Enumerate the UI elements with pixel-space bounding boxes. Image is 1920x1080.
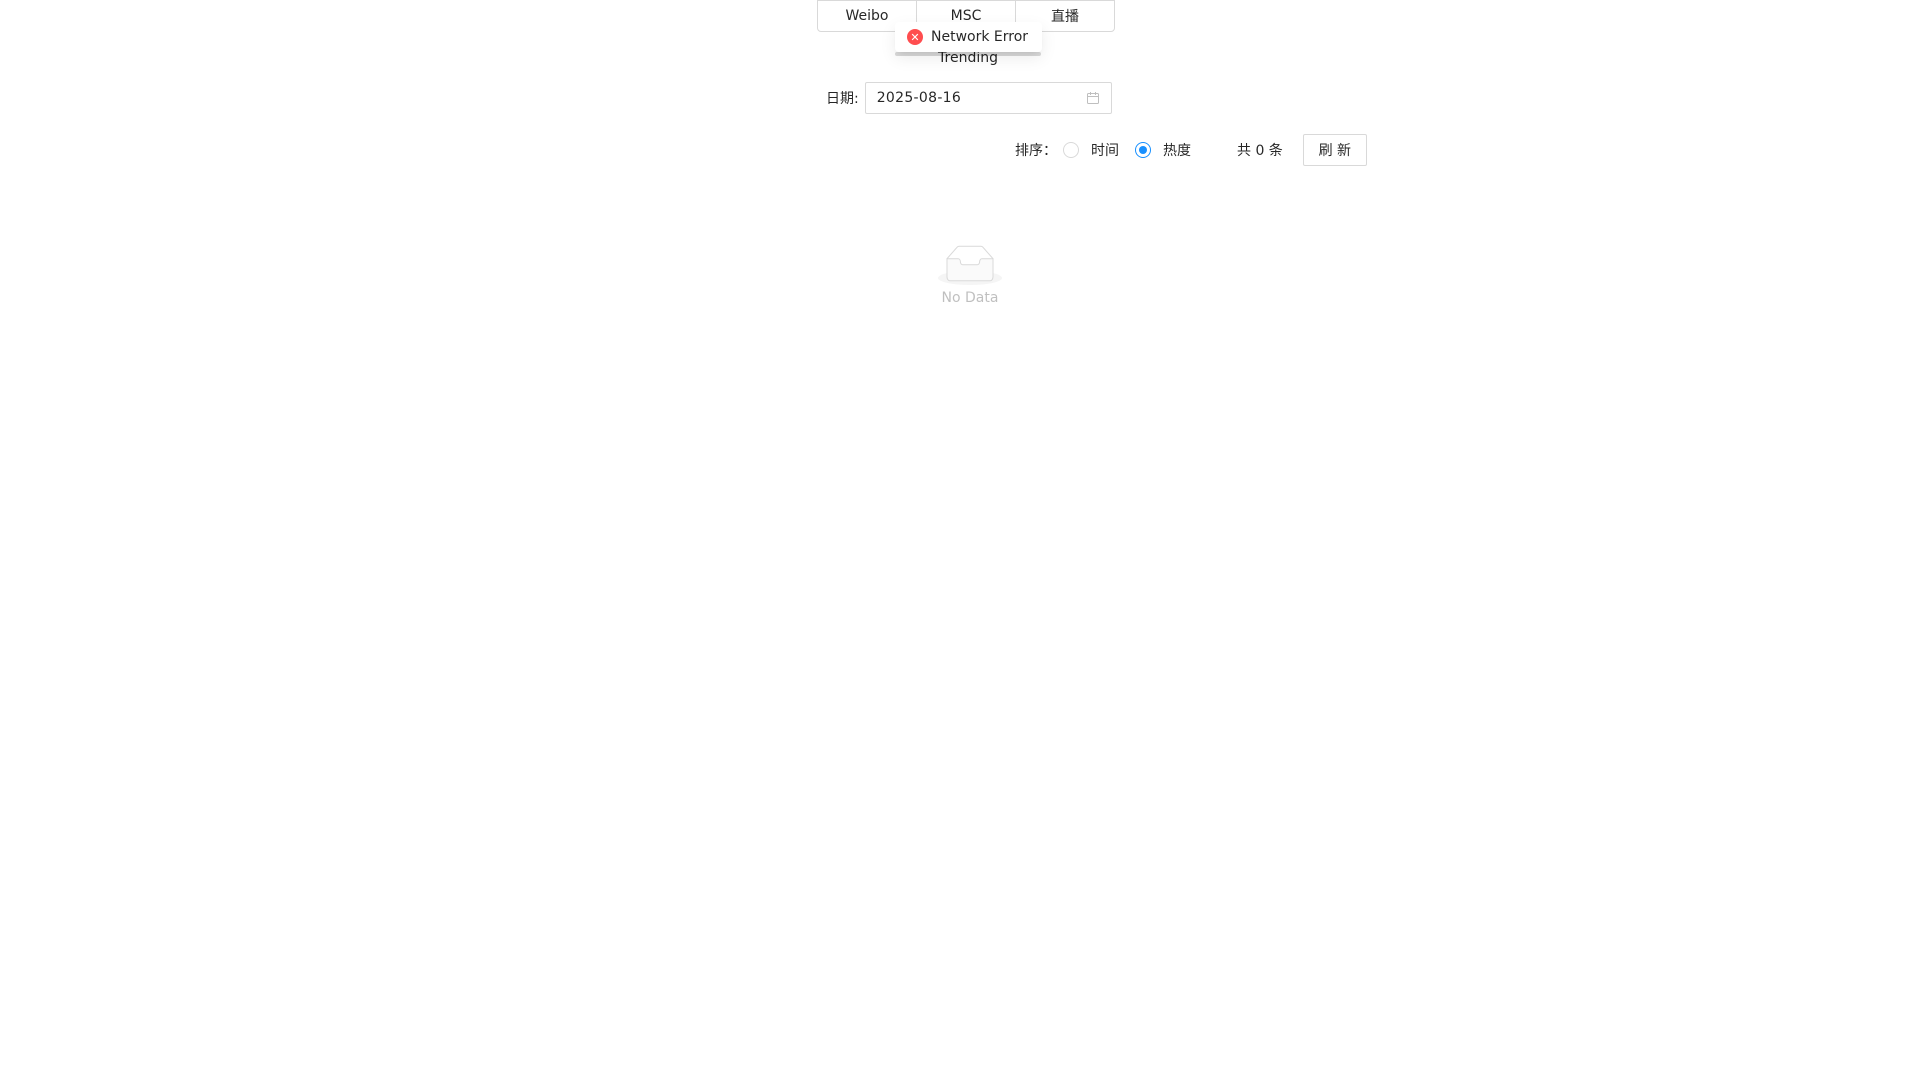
error-circle-icon: ✕ [907,29,923,45]
sort-option-heat-label: 热度 [1163,143,1191,159]
empty-state: No Data [920,245,1020,306]
section-title: Trending [938,50,998,66]
date-picker[interactable]: 2025-08-16 [864,82,1112,114]
sort-label: 排序： [1015,143,1057,159]
sort-option-time-label: 时间 [1091,143,1119,159]
refresh-button[interactable]: 刷 新 [1302,134,1367,166]
radio-heat[interactable] [1135,142,1151,158]
toast-message: Network Error [931,29,1029,45]
page: Weibo MSC 直播 ✕ Network Error Trending 日期… [0,0,1920,1080]
result-count: 共 0 条 [1237,143,1283,159]
error-toast: ✕ Network Error [895,22,1043,52]
calendar-icon [1086,92,1099,104]
trending-header: Trending [895,50,1041,66]
sort-option-heat[interactable]: 热度 [1135,140,1191,160]
date-filter: 日期: 2025-08-16 [826,82,1112,114]
date-label: 日期: [826,91,859,107]
empty-inbox-icon [938,245,1002,285]
sort-option-time[interactable]: 时间 [1063,140,1119,160]
empty-text: No Data [941,290,999,306]
date-value: 2025-08-16 [876,90,962,106]
radio-time[interactable] [1063,142,1079,158]
sort-controls: 排序： 时间 热度 共 0 条 刷 新 [1015,134,1367,166]
